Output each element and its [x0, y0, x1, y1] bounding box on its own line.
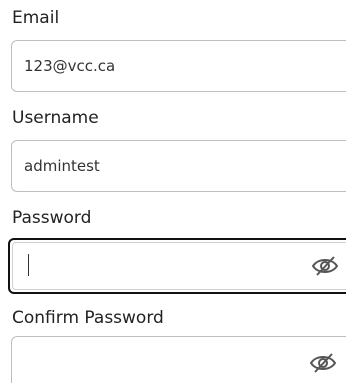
registration-form: Email 123@vcc.ca Username admintest Pass…	[0, 0, 346, 383]
username-label: Username	[12, 108, 99, 128]
username-field[interactable]: admintest	[11, 140, 346, 192]
email-value: 123@vcc.ca	[24, 57, 116, 75]
email-field[interactable]: 123@vcc.ca	[11, 40, 346, 92]
password-field[interactable]	[8, 238, 346, 294]
confirm-password-label: Confirm Password	[12, 308, 164, 328]
password-inner-box	[12, 242, 346, 290]
text-cursor	[28, 254, 29, 276]
email-label: Email	[12, 8, 60, 28]
eye-slash-icon[interactable]	[308, 351, 338, 375]
password-label: Password	[12, 208, 92, 228]
confirm-password-field[interactable]	[11, 336, 346, 383]
eye-slash-icon[interactable]	[310, 254, 340, 278]
username-value: admintest	[24, 157, 100, 175]
